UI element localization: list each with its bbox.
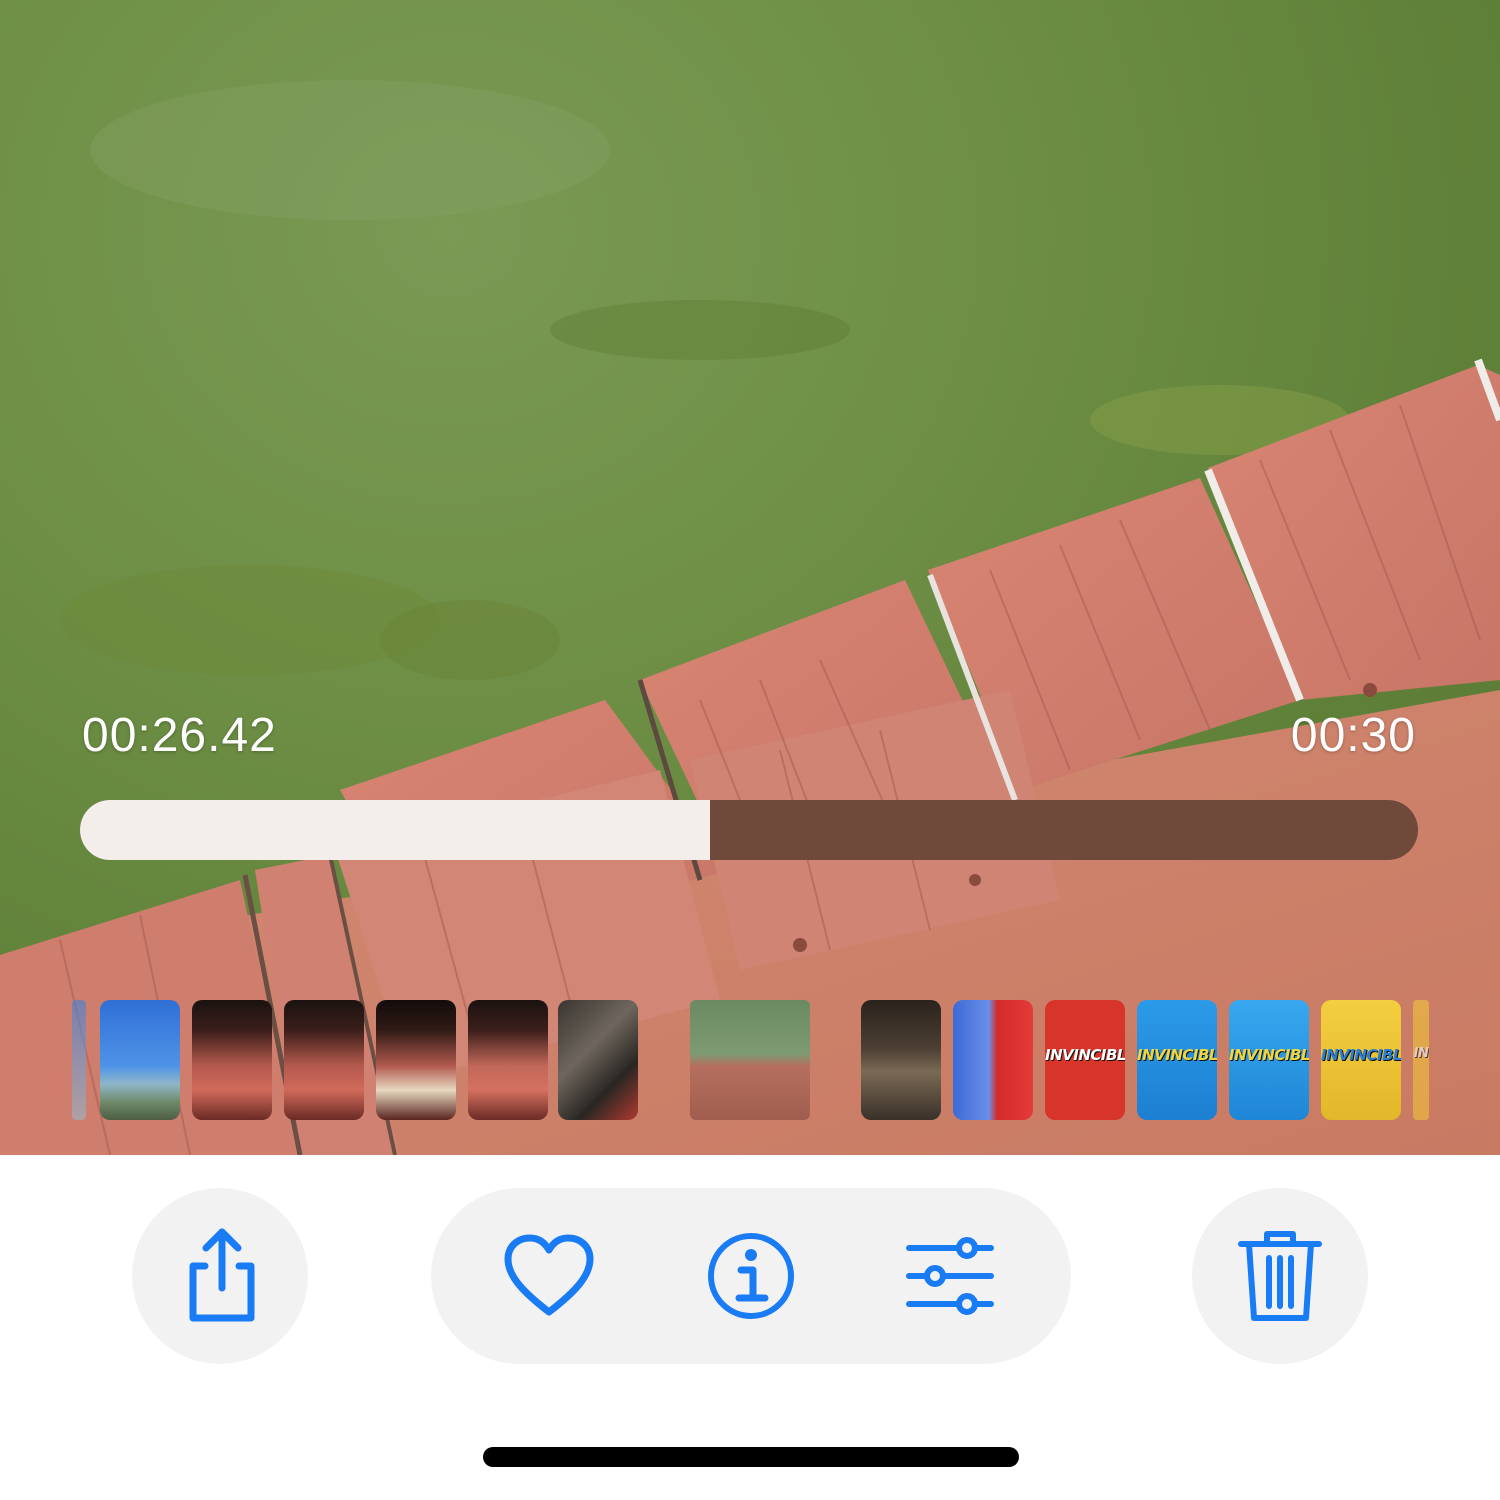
thumbnail-title: IN bbox=[1413, 1046, 1429, 1061]
thumbnail[interactable]: IN bbox=[1413, 1000, 1429, 1120]
scrubber-played-fill bbox=[80, 800, 710, 860]
thumbnail[interactable] bbox=[468, 1000, 548, 1120]
dock-over-water-image bbox=[0, 80, 1500, 1155]
thumbnail-title: INVINCIBLE bbox=[1045, 1046, 1125, 1064]
thumbnail[interactable]: INVINCIBLE bbox=[1137, 1000, 1217, 1120]
thumbnail[interactable] bbox=[72, 1000, 86, 1120]
trash-icon bbox=[1238, 1231, 1322, 1321]
share-button[interactable] bbox=[132, 1188, 308, 1364]
thumbnail[interactable] bbox=[861, 1000, 941, 1120]
thumbnail-title: INVINCIBLE bbox=[1137, 1046, 1217, 1064]
thumbnail-title: INVINCIBLE bbox=[1229, 1046, 1309, 1064]
home-indicator[interactable] bbox=[483, 1447, 1019, 1467]
favorite-button[interactable] bbox=[461, 1188, 637, 1364]
adjust-button[interactable] bbox=[863, 1188, 1039, 1364]
thumbnail[interactable] bbox=[558, 1000, 638, 1120]
elapsed-time: 00:26.42 bbox=[82, 709, 277, 762]
thumbnail[interactable] bbox=[376, 1000, 456, 1120]
thumbnail[interactable]: INVINCIBLE bbox=[1045, 1000, 1125, 1120]
thumbnail[interactable]: INVINCIBLE bbox=[1321, 1000, 1401, 1120]
playback-scrubber[interactable] bbox=[80, 800, 1418, 860]
video-frame[interactable]: 00:26.42 00:30 INVINCIBLE INVINCIBLE IN bbox=[0, 0, 1500, 1155]
thumbnail[interactable]: INVINCIBLE bbox=[1229, 1000, 1309, 1120]
share-icon bbox=[189, 1228, 255, 1322]
thumbnail[interactable] bbox=[284, 1000, 364, 1120]
thumbnail-current[interactable] bbox=[690, 1000, 810, 1120]
thumbnail-title: INVINCIBLE bbox=[1321, 1046, 1401, 1064]
action-pill bbox=[431, 1188, 1071, 1364]
sliders-icon bbox=[906, 1237, 994, 1315]
thumbnail[interactable] bbox=[953, 1000, 1033, 1120]
thumbnail[interactable] bbox=[100, 1000, 180, 1120]
heart-icon bbox=[504, 1234, 594, 1316]
info-icon bbox=[708, 1233, 794, 1319]
thumbnail-strip[interactable]: INVINCIBLE INVINCIBLE INVINCIBLE INVINCI… bbox=[72, 1000, 1432, 1120]
total-time: 00:30 bbox=[1290, 709, 1416, 762]
delete-button[interactable] bbox=[1192, 1188, 1368, 1364]
thumbnail[interactable] bbox=[192, 1000, 272, 1120]
info-button[interactable] bbox=[663, 1188, 839, 1364]
